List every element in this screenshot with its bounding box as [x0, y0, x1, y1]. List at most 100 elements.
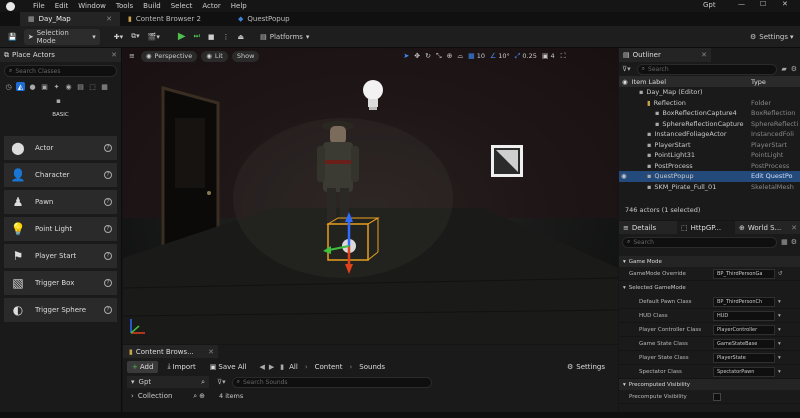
content-browser-tab[interactable]: ▮ Content Brows... ✕ [123, 345, 218, 358]
translate-icon[interactable]: ✥ [414, 52, 420, 60]
outliner-row[interactable]: ▮ Reflection Folder [619, 98, 800, 109]
menu-tools[interactable]: Tools [116, 2, 133, 10]
actor-item-pawn[interactable]: ♟ Pawn ? [4, 190, 117, 214]
details-search-input[interactable]: ⌕ Search [622, 236, 778, 248]
outliner-row[interactable]: ◉ ▪ QuestPopup Edit QuestPo [619, 171, 800, 182]
camera-speed-icon[interactable]: ▣ [542, 52, 549, 60]
cinematics-icon[interactable]: 🎬▾ [144, 29, 164, 45]
play-button[interactable]: ▶ [174, 29, 190, 45]
save-all-button[interactable]: ▣ Save All [205, 361, 252, 373]
show-button[interactable]: Show [231, 50, 260, 62]
game-mode-section[interactable]: ▾ Game Mode [619, 256, 800, 267]
stop-icon[interactable]: ■ [204, 29, 219, 45]
add-actor-icon[interactable]: ✚▾ [110, 29, 127, 45]
help-icon[interactable]: ? [104, 171, 112, 179]
menu-actor[interactable]: Actor [202, 2, 220, 10]
close-tab-icon[interactable]: ✕ [208, 348, 214, 356]
search-icon[interactable]: ⌕ [193, 392, 197, 401]
close-tab-icon[interactable]: ✕ [791, 224, 797, 232]
search-classes-input[interactable]: ⌕ Search Classes [4, 65, 117, 77]
precompute-visibility-checkbox[interactable] [713, 392, 721, 401]
cinematic-icon[interactable]: ▣ [40, 82, 49, 91]
select-mode-icon[interactable]: ➤ [403, 52, 409, 60]
outliner-search-input[interactable]: ⌕ Search [636, 63, 778, 75]
visual-effects-icon[interactable]: ✦ [52, 82, 61, 91]
actor-item-trigger-sphere[interactable]: ◐ Trigger Sphere ? [4, 298, 117, 322]
search-sounds-input[interactable]: ⌕ Search Sounds [231, 376, 432, 388]
add-button[interactable]: + Add [127, 360, 159, 373]
tab-details[interactable]: ≡ Details [619, 221, 677, 234]
close-tab-icon[interactable]: ✕ [701, 51, 707, 59]
outliner-row[interactable]: ▪ BoxReflectionCapture4 BoxReflection [619, 108, 800, 119]
more-icon[interactable]: ▦ [100, 82, 109, 91]
place-actors-tab[interactable]: ⧉ Place Actors ✕ [0, 48, 121, 62]
breadcrumb-all[interactable]: All [289, 363, 298, 371]
back-icon[interactable]: ◀ [260, 363, 265, 371]
scale-icon[interactable]: ⤡ [436, 52, 442, 61]
tab-httpgpt[interactable]: ⬚ HttpGP... [677, 221, 735, 234]
camera-speed-value[interactable]: 4 [551, 52, 555, 60]
help-icon[interactable]: ? [104, 306, 112, 314]
perspective-button[interactable]: ◉ Perspective [140, 50, 198, 62]
selection-mode-dropdown[interactable]: ➤ Selection Mode ▾ [23, 28, 100, 45]
add-folder-icon[interactable]: ▰ [781, 65, 786, 73]
actor-item-player-start[interactable]: ⚑ Player Start ? [4, 244, 117, 268]
level-viewport[interactable]: ≡ ◉ Perspective ◉ Lit Show ➤ ✥ ↻ ⤡ ⊕ ⌓ ▦… [123, 48, 618, 344]
property-dropdown[interactable]: PlayerController [713, 324, 775, 335]
menu-select[interactable]: Select [171, 2, 193, 10]
menu-build[interactable]: Build [143, 2, 161, 10]
extra-icon[interactable]: ▪ [54, 97, 63, 106]
source-tree-root[interactable]: ▾ Gpt ⌕ [127, 376, 209, 388]
help-icon[interactable]: ? [104, 252, 112, 260]
tab-world-settings[interactable]: ⊕ World S... ✕ [735, 221, 800, 234]
close-tab-icon[interactable]: ✕ [111, 51, 117, 59]
breadcrumb-content[interactable]: Content [315, 363, 343, 371]
property-dropdown[interactable]: PlayerState [713, 352, 775, 363]
rotate-icon[interactable]: ↻ [425, 52, 431, 60]
basic-shapes-icon[interactable]: ◭ [16, 82, 25, 91]
launch-icon[interactable]: ⏏ [234, 29, 249, 45]
close-tab-icon[interactable]: ✕ [106, 15, 112, 23]
eye-icon[interactable]: ◉ [621, 172, 631, 180]
maximize-viewport-icon[interactable]: ⛶ [561, 52, 566, 61]
property-dropdown[interactable]: GameStateBase [713, 338, 775, 349]
tab-questpopup[interactable]: ◆ QuestPopup [230, 12, 320, 26]
type-column[interactable]: Type [751, 78, 766, 86]
recent-icon[interactable]: ◷ [4, 82, 13, 91]
outliner-tab[interactable]: ▤ Outliner ✕ [619, 48, 711, 62]
menu-window[interactable]: Window [78, 2, 106, 10]
property-dropdown[interactable]: HUD [713, 310, 775, 321]
actor-item-trigger-box[interactable]: ▧ Trigger Box ? [4, 271, 117, 295]
property-dropdown[interactable]: SpectatorPawn [713, 366, 775, 377]
tab-day-map[interactable]: ▦ Day_Map ✕ [20, 12, 120, 26]
world-icon[interactable]: ⊕ [447, 52, 453, 60]
reset-icon[interactable]: ↺ [778, 271, 783, 277]
lights-icon[interactable]: ● [28, 82, 37, 91]
menu-help[interactable]: Help [231, 2, 247, 10]
play-options-icon[interactable]: ⋮ [219, 29, 234, 45]
help-icon[interactable]: ? [104, 198, 112, 206]
actor-item-point-light[interactable]: 💡 Point Light ? [4, 217, 117, 241]
gamemode-override-dropdown[interactable]: BP_ThirdPersonGa [713, 268, 775, 279]
geometry-icon[interactable]: ◉ [64, 82, 73, 91]
skip-icon[interactable]: ⏭ [190, 29, 204, 45]
import-button[interactable]: ⤓ Import [162, 361, 200, 373]
surface-snap-icon[interactable]: ⌓ [458, 52, 464, 61]
actor-item-actor[interactable]: ⬤ Actor ? [4, 136, 117, 160]
help-icon[interactable]: ? [104, 279, 112, 287]
platforms-dropdown[interactable]: ▤ Platforms ▾ [256, 29, 313, 45]
filter-icon[interactable]: ⊽▾ [217, 378, 226, 386]
volumes-icon[interactable]: ▤ [76, 82, 85, 91]
maximize-button[interactable]: ☐ [760, 0, 766, 8]
outliner-row[interactable]: ▪ PostProcess PostProcess [619, 161, 800, 172]
selected-gamemode-row[interactable]: ▾ Selected GameMode [619, 281, 800, 295]
widget-billboard-icon[interactable] [491, 145, 523, 177]
close-button[interactable]: ✕ [782, 0, 788, 8]
hamburger-icon[interactable]: ≡ [129, 52, 135, 60]
grid-view-icon[interactable]: ▦ [781, 238, 788, 246]
breadcrumb-sounds[interactable]: Sounds [359, 363, 385, 371]
settings-button[interactable]: ⚙ Settings ▾ [746, 29, 798, 45]
content-settings-button[interactable]: ⚙ Settings [562, 361, 610, 373]
tab-content-browser-2[interactable]: ▮ Content Browser 2 [120, 12, 230, 26]
rotation-snap-value[interactable]: 10° [498, 52, 510, 60]
